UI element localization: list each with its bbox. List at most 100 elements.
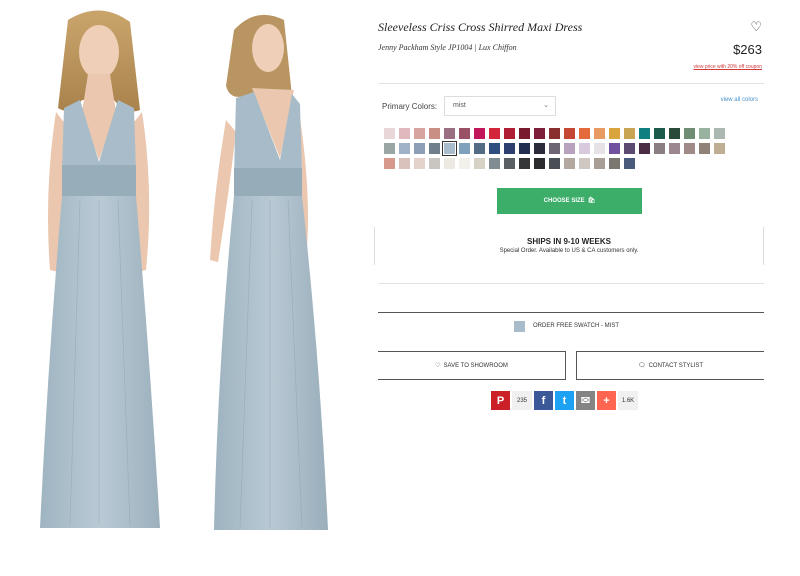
color-swatch[interactable]: [399, 158, 410, 169]
dress-front-photo[interactable]: [18, 0, 198, 560]
order-swatch-label: ORDER FREE SWATCH - MIST: [533, 323, 619, 329]
color-swatch[interactable]: [489, 143, 500, 154]
save-to-showroom-button[interactable]: ♡ SAVE TO SHOWROOM: [378, 351, 566, 380]
color-swatch[interactable]: [414, 143, 425, 154]
color-swatch[interactable]: [549, 143, 560, 154]
choose-size-button[interactable]: CHOOSE SIZE 🛍: [497, 188, 642, 214]
coupon-link[interactable]: view price with 20% off coupon: [693, 64, 762, 70]
shipping-note: Special Order. Available to US & CA cust…: [499, 248, 639, 254]
color-swatch[interactable]: [474, 143, 485, 154]
chevron-down-icon: ⌄: [543, 102, 549, 109]
bag-icon: 🛍: [587, 198, 596, 204]
color-swatch[interactable]: [594, 143, 605, 154]
color-swatch[interactable]: [624, 158, 635, 169]
color-swatch[interactable]: [639, 128, 650, 139]
shipping-info: SHIPS IN 9-10 WEEKS Special Order. Avail…: [374, 227, 764, 265]
color-swatch[interactable]: [444, 158, 455, 169]
pinterest-icon[interactable]: P: [491, 391, 510, 410]
color-swatch[interactable]: [609, 143, 620, 154]
contact-stylist-button[interactable]: 🗨 CONTACT STYLIST: [576, 351, 764, 380]
fabric-name: Lux Chiffon: [478, 43, 517, 52]
email-icon[interactable]: ✉: [576, 391, 595, 410]
color-swatch[interactable]: [504, 158, 515, 169]
heart-icon[interactable]: ♡: [750, 19, 762, 35]
color-swatch[interactable]: [519, 143, 530, 154]
color-swatch[interactable]: [654, 128, 665, 139]
color-swatch[interactable]: [624, 128, 635, 139]
product-title: Sleeveless Criss Cross Shirred Maxi Dres…: [378, 20, 583, 34]
color-swatch[interactable]: [684, 143, 695, 154]
more-share-icon[interactable]: +: [597, 391, 616, 410]
dress-back-photo[interactable]: [196, 0, 376, 560]
color-swatch[interactable]: [699, 128, 710, 139]
color-swatch[interactable]: [504, 143, 515, 154]
color-swatch[interactable]: [519, 128, 530, 139]
pinterest-count: 235: [512, 391, 532, 410]
color-swatch[interactable]: [594, 158, 605, 169]
color-swatch[interactable]: [414, 158, 425, 169]
color-swatch[interactable]: [442, 141, 457, 156]
twitter-icon[interactable]: t: [555, 391, 574, 410]
color-swatch[interactable]: [564, 158, 575, 169]
color-swatch[interactable]: [534, 143, 545, 154]
color-swatch[interactable]: [699, 143, 710, 154]
facebook-icon[interactable]: f: [534, 391, 553, 410]
color-swatch[interactable]: [534, 128, 545, 139]
swatch-row: [384, 128, 754, 139]
color-swatch[interactable]: [399, 128, 410, 139]
color-swatch[interactable]: [654, 143, 665, 154]
product-info: Sleeveless Criss Cross Shirred Maxi Dres…: [374, 0, 764, 576]
color-swatch[interactable]: [564, 143, 575, 154]
primary-colors-label: Primary Colors:: [382, 102, 438, 111]
color-swatch[interactable]: [459, 128, 470, 139]
color-swatch[interactable]: [609, 128, 620, 139]
color-swatch[interactable]: [459, 158, 470, 169]
color-swatch[interactable]: [444, 128, 455, 139]
view-all-colors-link[interactable]: view all colors: [721, 97, 758, 103]
color-swatch[interactable]: [639, 143, 650, 154]
color-swatch[interactable]: [669, 128, 680, 139]
color-select-value: mist: [453, 102, 466, 109]
color-swatch[interactable]: [624, 143, 635, 154]
share-total-count: 1.6K: [618, 391, 638, 410]
color-swatch[interactable]: [714, 128, 725, 139]
color-swatch[interactable]: [474, 128, 485, 139]
color-swatch[interactable]: [414, 128, 425, 139]
color-swatch[interactable]: [714, 143, 725, 154]
color-swatch[interactable]: [684, 128, 695, 139]
color-swatch[interactable]: [549, 128, 560, 139]
color-swatch[interactable]: [564, 128, 575, 139]
color-swatch[interactable]: [669, 143, 680, 154]
color-swatch[interactable]: [534, 158, 545, 169]
color-swatch[interactable]: [504, 128, 515, 139]
color-swatch[interactable]: [579, 143, 590, 154]
color-swatch[interactable]: [474, 158, 485, 169]
swatch-row: [384, 158, 754, 169]
color-swatch[interactable]: [384, 158, 395, 169]
divider: [378, 312, 764, 313]
color-swatch[interactable]: [384, 143, 395, 154]
color-swatch[interactable]: [579, 128, 590, 139]
color-swatch[interactable]: [429, 158, 440, 169]
color-swatch[interactable]: [399, 143, 410, 154]
color-swatch[interactable]: [429, 143, 440, 154]
color-swatch[interactable]: [579, 158, 590, 169]
swatch-row: [384, 141, 754, 156]
color-swatch[interactable]: [594, 128, 605, 139]
color-select[interactable]: mist ⌄: [444, 96, 556, 116]
contact-stylist-label: CONTACT STYLIST: [648, 362, 704, 369]
heart-icon: ♡: [435, 363, 441, 369]
color-swatch[interactable]: [489, 158, 500, 169]
order-swatch-link[interactable]: ORDER FREE SWATCH - MIST: [514, 320, 619, 332]
shipping-title: SHIPS IN 9-10 WEEKS: [526, 237, 612, 246]
color-swatch[interactable]: [549, 158, 560, 169]
color-swatch[interactable]: [384, 128, 395, 139]
color-swatch[interactable]: [429, 128, 440, 139]
action-buttons: ♡ SAVE TO SHOWROOM 🗨 CONTACT STYLIST: [378, 351, 764, 380]
color-swatch[interactable]: [609, 158, 620, 169]
color-swatch[interactable]: [489, 128, 500, 139]
subtitle-separator: |: [474, 43, 477, 52]
color-swatch[interactable]: [519, 158, 530, 169]
color-swatch[interactable]: [459, 143, 470, 154]
chat-icon: 🗨: [637, 363, 646, 369]
